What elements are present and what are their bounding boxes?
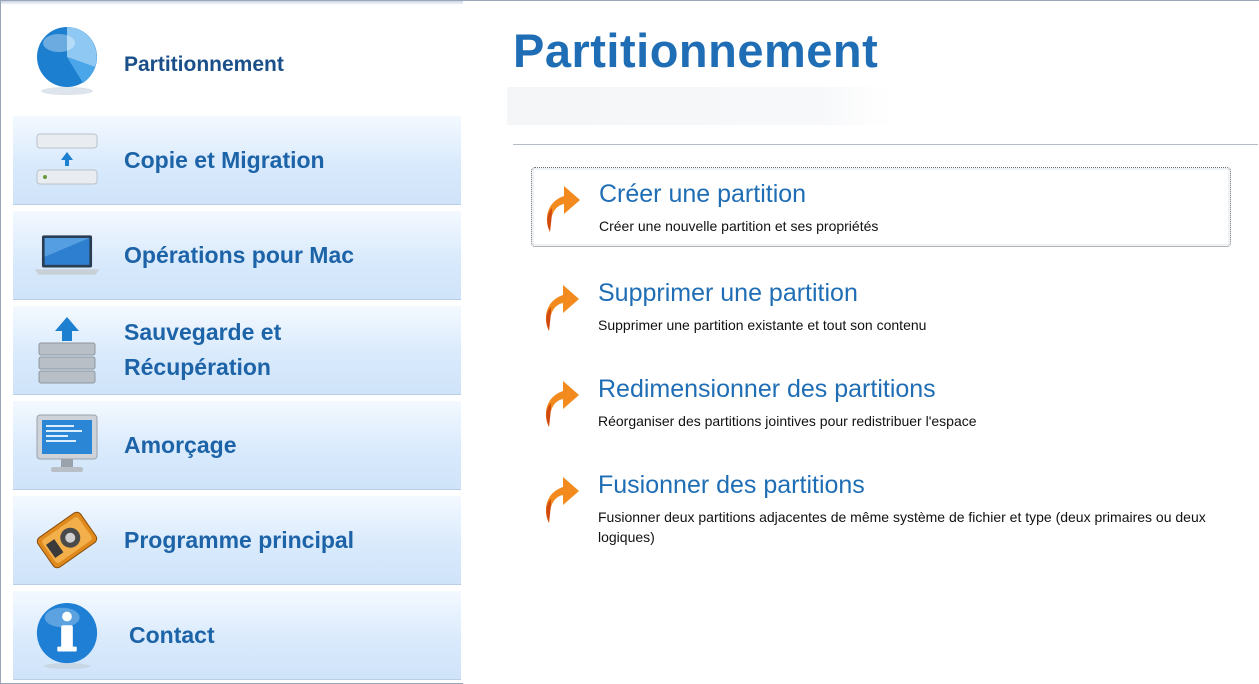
orange-arrow-icon	[542, 176, 582, 236]
boot-monitor-icon	[33, 411, 101, 479]
action-title: Supprimer une partition	[598, 279, 858, 307]
action-description: Réorganiser des partitions jointives pou…	[598, 413, 977, 429]
sidebar-item-label: Programme principal	[124, 526, 355, 553]
orange-arrow-icon	[541, 467, 581, 527]
sidebar-item-label: Contact	[129, 621, 215, 648]
sidebar-item-contact[interactable]: Contact	[13, 590, 461, 680]
sidebar-item-copie-migration[interactable]: Copie et Migration	[13, 115, 461, 205]
sidebar: Partitionnement Copie et Migration Opéra…	[13, 19, 461, 683]
sidebar-item-label: Sauvegarde et Récupération	[124, 319, 282, 380]
sidebar-item-operations-mac[interactable]: Opérations pour Mac	[13, 210, 461, 300]
sidebar-item-label: Amorçage	[124, 431, 237, 458]
info-icon	[33, 601, 101, 669]
sidebar-item-label: Copie et Migration	[124, 146, 325, 173]
action-description: Fusionner deux partitions adjacentes de …	[598, 509, 1206, 545]
sidebar-item-amorcage[interactable]: Amorçage	[13, 400, 461, 490]
action-description: Créer une nouvelle partition et ses prop…	[599, 218, 879, 234]
page-title: Partitionnement	[513, 24, 879, 77]
sidebar-item-programme-principal[interactable]: Programme principal	[13, 495, 461, 585]
action-creer-partition[interactable]: Créer une partition Créer une nouvelle p…	[531, 167, 1231, 247]
disk-copy-icon	[33, 126, 101, 194]
action-description: Supprimer une partition existante et tou…	[598, 317, 927, 333]
title-shadow	[507, 87, 892, 125]
sidebar-item-partitionnement[interactable]: Partitionnement	[13, 19, 461, 109]
macbook-laptop-icon	[33, 221, 101, 289]
action-supprimer-partition[interactable]: Supprimer une partition Supprimer une pa…	[531, 267, 1231, 347]
divider	[513, 144, 1258, 145]
sidebar-item-label: Opérations pour Mac	[124, 241, 355, 268]
orange-arrow-icon	[541, 275, 581, 335]
orange-arrow-icon	[541, 371, 581, 431]
sidebar-item-label: Partitionnement	[124, 52, 284, 76]
sidebar-item-sauvegarde-recuperation[interactable]: Sauvegarde et Récupération	[13, 305, 461, 395]
backup-database-icon	[33, 316, 101, 384]
action-fusionner-partitions[interactable]: Fusionner des partitions Fusionner deux …	[531, 459, 1231, 559]
app-window: Partitionnement Copie et Migration Opéra…	[0, 0, 1259, 684]
action-title: Créer une partition	[599, 180, 807, 208]
action-title: Redimensionner des partitions	[598, 375, 936, 403]
partition-pie-icon	[33, 27, 101, 95]
action-title: Fusionner des partitions	[598, 471, 865, 499]
action-redimensionner-partitions[interactable]: Redimensionner des partitions Réorganise…	[531, 363, 1231, 443]
main-panel: Partitionnement Créer une partition Crée…	[463, 1, 1259, 684]
main-program-disk-icon	[33, 506, 101, 574]
